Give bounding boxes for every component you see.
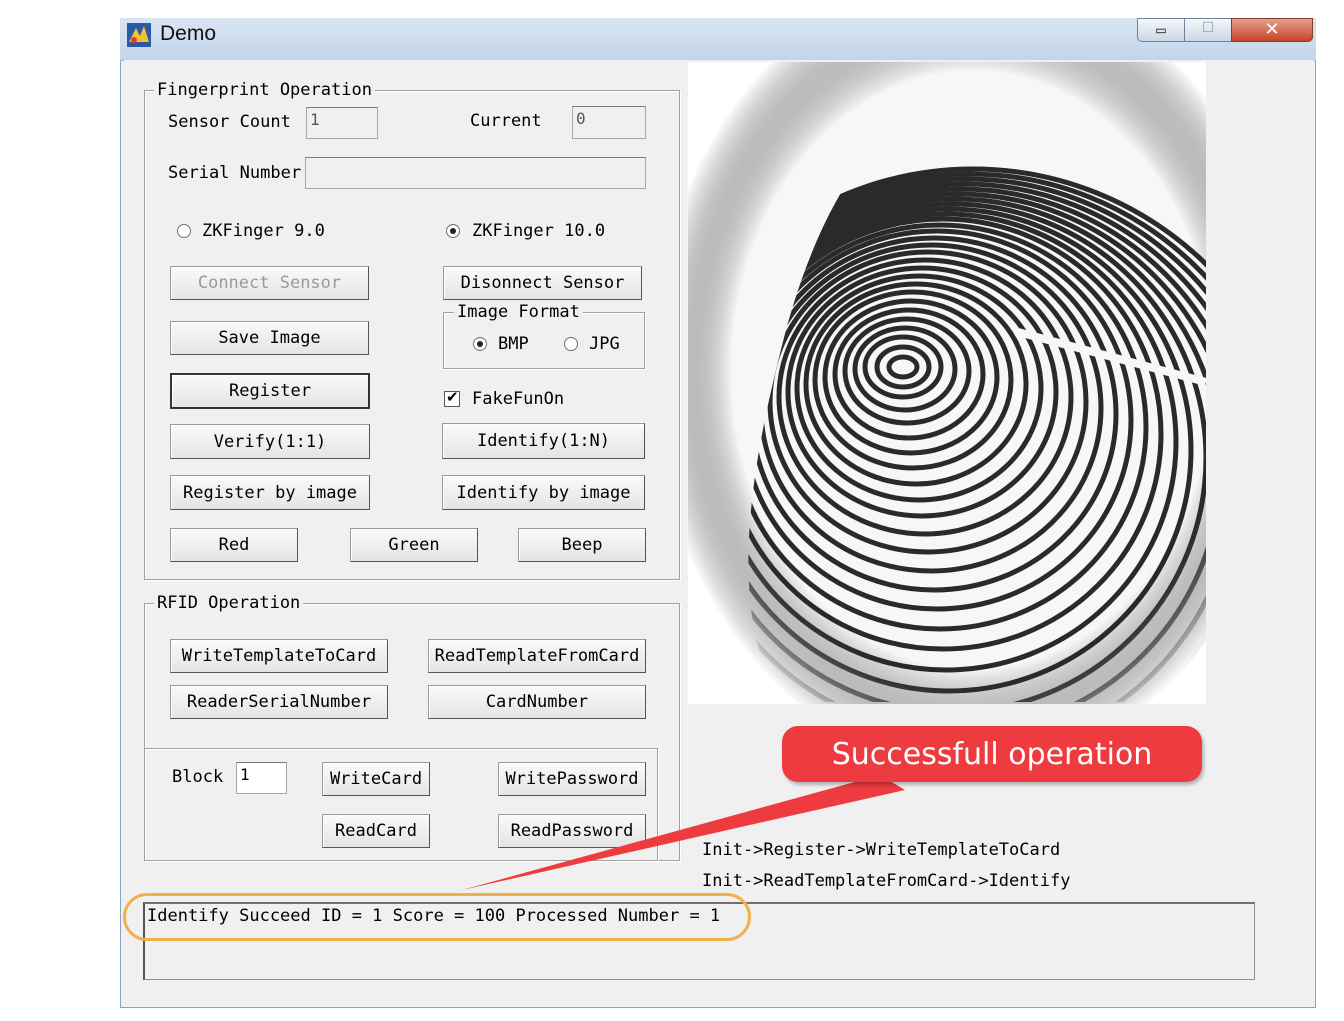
callout-arrow (462, 775, 905, 890)
success-callout: Successfull operation (782, 726, 1202, 782)
log-highlight-ring (123, 893, 751, 941)
